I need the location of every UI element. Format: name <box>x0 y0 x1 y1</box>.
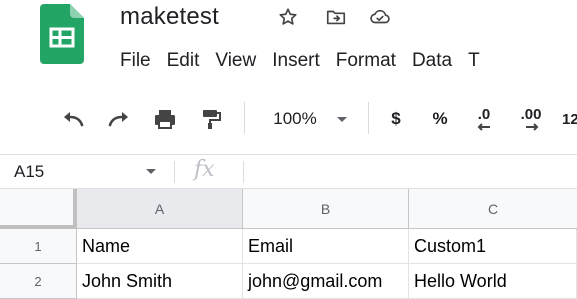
increase-decimal-label: .00 <box>520 106 542 123</box>
formula-input[interactable] <box>252 161 572 183</box>
select-all-corner[interactable] <box>0 189 77 229</box>
currency-format-button[interactable]: $ <box>384 104 408 134</box>
toolbar-divider <box>368 102 369 134</box>
toolbar: 100% $ % .0 .00 12 <box>0 92 577 146</box>
cell-b2[interactable]: john@gmail.com <box>243 264 409 299</box>
decrease-decimal-label: .0 <box>477 106 491 123</box>
name-box-value: A15 <box>14 162 45 181</box>
menu-file[interactable]: File <box>112 46 159 76</box>
menu-insert[interactable]: Insert <box>264 46 328 76</box>
menu-edit[interactable]: Edit <box>159 46 208 76</box>
currency-label: $ <box>391 109 401 128</box>
chevron-down-icon <box>336 116 347 122</box>
more-formats-button[interactable]: 12 <box>562 104 577 134</box>
google-sheets-logo-icon[interactable] <box>40 4 84 64</box>
print-icon[interactable] <box>150 104 180 134</box>
menu-format[interactable]: Format <box>328 46 404 76</box>
spreadsheet-grid: A B C 1 Name Email Custom1 2 John Smith … <box>0 189 577 299</box>
menu-tools[interactable]: T <box>460 46 488 76</box>
cell-a2[interactable]: John Smith <box>77 264 243 299</box>
app-header: maketest File Edit View Insert Format Da… <box>0 0 577 86</box>
row-header-2[interactable]: 2 <box>0 264 77 299</box>
column-header-a[interactable]: A <box>77 189 243 229</box>
undo-icon[interactable] <box>58 104 88 134</box>
zoom-value: 100% <box>273 109 317 128</box>
name-box[interactable]: A15 <box>0 155 172 188</box>
arrow-left-icon <box>477 123 490 131</box>
formula-bar-divider <box>243 161 244 183</box>
toolbar-divider <box>244 102 245 134</box>
paint-format-icon[interactable] <box>196 104 226 134</box>
star-icon[interactable] <box>276 5 300 29</box>
row-header-1[interactable]: 1 <box>0 229 77 264</box>
formula-bar: A15 fx <box>0 154 577 189</box>
column-header-b[interactable]: B <box>243 189 409 229</box>
move-to-folder-icon[interactable] <box>324 5 348 29</box>
percent-label: % <box>432 109 448 128</box>
formula-bar-divider <box>174 161 175 183</box>
column-header-c[interactable]: C <box>409 189 577 229</box>
increase-decimal-button[interactable]: .00 <box>514 104 548 134</box>
document-title[interactable]: maketest <box>120 3 219 31</box>
percent-format-button[interactable]: % <box>428 104 452 134</box>
cloud-status-icon[interactable] <box>368 5 392 29</box>
cell-a1[interactable]: Name <box>77 229 243 264</box>
function-icon: fx <box>194 157 215 182</box>
chevron-down-icon[interactable] <box>146 169 156 174</box>
menu-bar: File Edit View Insert Format Data T <box>112 46 488 76</box>
redo-icon[interactable] <box>104 104 134 134</box>
menu-view[interactable]: View <box>207 46 264 76</box>
decrease-decimal-button[interactable]: .0 <box>470 104 498 134</box>
more-formats-label: 12 <box>562 110 577 128</box>
zoom-select[interactable]: 100% <box>262 104 358 134</box>
cell-c1[interactable]: Custom1 <box>409 229 577 264</box>
arrow-right-icon <box>526 123 539 131</box>
cell-b1[interactable]: Email <box>243 229 409 264</box>
cell-c2[interactable]: Hello World <box>409 264 577 299</box>
menu-data[interactable]: Data <box>404 46 460 76</box>
